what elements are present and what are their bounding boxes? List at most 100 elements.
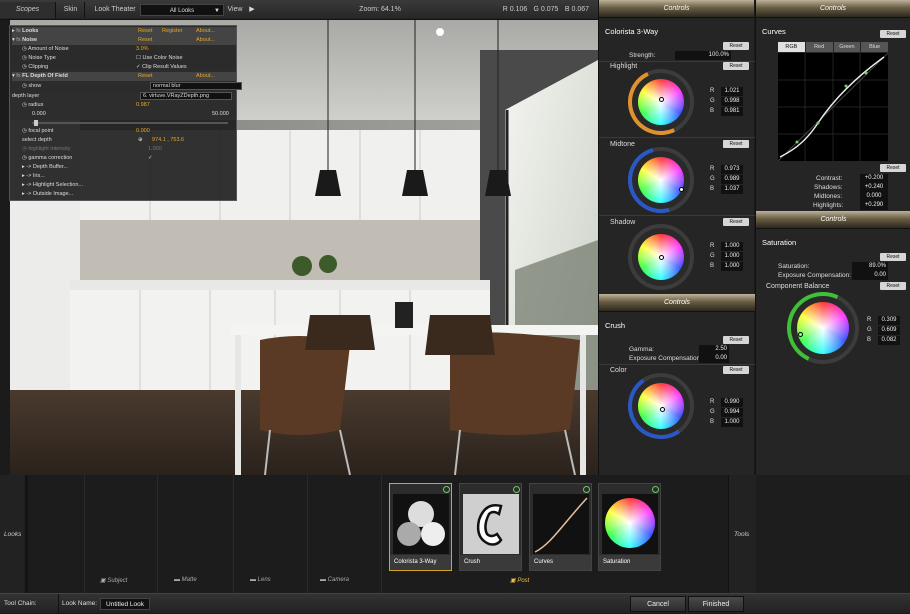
- saturation-value[interactable]: 89.0%: [852, 262, 888, 271]
- midtone-r-value[interactable]: 0.973: [721, 165, 743, 174]
- shadow-wheel[interactable]: [628, 224, 694, 290]
- highlight-wheel[interactable]: [618, 59, 704, 145]
- crush-reset-button[interactable]: Reset: [723, 336, 749, 344]
- looks-reset-link[interactable]: Reset: [138, 27, 152, 36]
- shadow-reset-button[interactable]: Reset: [723, 218, 749, 226]
- radius-value[interactable]: 0.987: [136, 101, 150, 110]
- focal-point-row[interactable]: ◷ focal point 0.000: [22, 127, 236, 136]
- gamma-value[interactable]: 2.50: [699, 345, 729, 354]
- looks-about-link[interactable]: About...: [196, 27, 215, 36]
- crush-color-reset-button[interactable]: Reset: [723, 366, 749, 374]
- balance-reset-button[interactable]: Reset: [880, 282, 906, 290]
- highlight-b-value[interactable]: 0.981: [721, 107, 743, 116]
- crush-color-wheel-handle[interactable]: [660, 407, 665, 412]
- section-camera[interactable]: ▬ Camera: [320, 577, 349, 583]
- section-lens[interactable]: ▬ Lens: [250, 577, 271, 583]
- highlight-r-value[interactable]: 1.021: [721, 87, 743, 96]
- gamma-correction-row[interactable]: ◷ gamma correction ✓: [22, 154, 236, 163]
- tool-card-curves[interactable]: Curves: [529, 483, 592, 571]
- noise-type-row[interactable]: ◷ Noise Type ☐ Use Color Noise: [22, 54, 236, 63]
- power-icon[interactable]: [652, 486, 659, 493]
- expand-arrow-icon[interactable]: ▾: [12, 73, 15, 79]
- sat-exposure-value[interactable]: 0.00: [852, 271, 888, 280]
- play-icon[interactable]: ▶: [246, 2, 258, 18]
- expand-arrow-icon[interactable]: ▾: [12, 37, 15, 43]
- midtone-reset-button[interactable]: Reset: [723, 140, 749, 148]
- shadows-value[interactable]: +0.240: [860, 183, 888, 192]
- amount-of-noise-value[interactable]: 3.0%: [136, 45, 149, 54]
- highlights-value[interactable]: +0.290: [860, 201, 888, 210]
- expand-arrow-icon[interactable]: ▸: [12, 28, 15, 34]
- crush-color-wheel[interactable]: [622, 367, 700, 445]
- midtone-wheel[interactable]: [615, 134, 707, 226]
- noise-about-link[interactable]: About...: [196, 36, 215, 45]
- clip-result-values-checkbox[interactable]: ✓ Clip Result Values: [136, 63, 187, 72]
- radius-row[interactable]: ◷ radius 0.987: [22, 101, 236, 110]
- crush-g-value[interactable]: 0.994: [721, 408, 743, 417]
- midtone-b-value[interactable]: 1.037: [721, 185, 743, 194]
- shadow-g-value[interactable]: 1.000: [721, 252, 743, 261]
- looks-register-link[interactable]: Register: [162, 27, 182, 36]
- looks-side-tab[interactable]: Looks: [0, 475, 26, 593]
- clipping-row[interactable]: ◷ Clipping ✓ Clip Result Values: [22, 63, 236, 72]
- highlight-reset-button[interactable]: Reset: [723, 62, 749, 70]
- component-balance-wheel[interactable]: [776, 281, 870, 375]
- tab-rgb[interactable]: RGB: [778, 42, 805, 52]
- dof-reset-link[interactable]: Reset: [138, 72, 152, 81]
- midtones-value[interactable]: 0.000: [860, 192, 888, 201]
- select-depth-row[interactable]: select depth ⊕ 974.1 , 753.6: [22, 136, 236, 145]
- depth-buffer-group[interactable]: ▸ -> Depth Buffer...: [22, 163, 68, 172]
- iris-group[interactable]: ▸ -> Iris...: [22, 172, 45, 181]
- midtone-wheel-handle[interactable]: [679, 187, 684, 192]
- depth-of-field-effect-row[interactable]: ▾ fx FL Depth Of Field Reset About...: [12, 72, 236, 81]
- colorista-reset-button[interactable]: Reset: [723, 42, 749, 50]
- shadow-r-value[interactable]: 1.000: [721, 242, 743, 251]
- curve-params-reset-button[interactable]: Reset: [880, 164, 906, 172]
- saturation-reset-button[interactable]: Reset: [880, 253, 906, 261]
- radius-slider[interactable]: [32, 120, 228, 126]
- power-icon[interactable]: [583, 486, 590, 493]
- looks-effect-row[interactable]: ▸ fx Looks Reset Register About...: [12, 27, 236, 36]
- shadow-b-value[interactable]: 1.000: [721, 262, 743, 271]
- tab-blue[interactable]: Blue: [861, 42, 888, 52]
- tab-red[interactable]: Red: [805, 42, 833, 52]
- select-depth-value[interactable]: 974.1 , 753.6: [152, 136, 184, 145]
- curves-reset-button[interactable]: Reset: [880, 30, 906, 38]
- amount-of-noise-row[interactable]: ◷ Amount of Noise 3.0%: [22, 45, 236, 54]
- tool-card-crush[interactable]: Crush: [459, 483, 522, 571]
- look-name-field[interactable]: Untitled Look: [100, 598, 150, 610]
- depth-layer-select[interactable]: 6. virtuve.VRayZDepth.png: [140, 92, 232, 100]
- noise-effect-row[interactable]: ▾ fx Noise Reset About...: [12, 36, 236, 45]
- balance-wheel-handle[interactable]: [798, 332, 803, 337]
- radius-slider-handle[interactable]: [34, 120, 38, 126]
- power-icon[interactable]: [513, 486, 520, 493]
- crush-b-value[interactable]: 1.000: [721, 418, 743, 427]
- scopes-button[interactable]: Scopes: [0, 2, 56, 18]
- midtone-g-value[interactable]: 0.989: [721, 175, 743, 184]
- finished-button[interactable]: Finished: [688, 596, 744, 612]
- outside-image-group[interactable]: ▸ -> Outside Image...: [22, 190, 73, 199]
- gamma-correction-checkbox[interactable]: ✓: [148, 154, 153, 163]
- balance-r-value[interactable]: 0.309: [878, 316, 900, 325]
- tab-green[interactable]: Green: [833, 42, 861, 52]
- section-matte[interactable]: ▬ Matte: [174, 577, 197, 583]
- looks-select[interactable]: All Looks ▼: [140, 4, 224, 16]
- power-icon[interactable]: [443, 486, 450, 493]
- skin-button[interactable]: Skin: [57, 2, 85, 18]
- strength-value[interactable]: 100.0%: [675, 51, 731, 60]
- balance-b-value[interactable]: 0.082: [878, 336, 900, 345]
- curve-graph[interactable]: [778, 53, 888, 161]
- balance-g-value[interactable]: 0.609: [878, 326, 900, 335]
- highlight-wheel-handle[interactable]: [659, 97, 664, 102]
- cancel-button[interactable]: Cancel: [630, 596, 686, 612]
- tool-card-saturation[interactable]: Saturation: [598, 483, 661, 571]
- section-subject[interactable]: ▣ Subject: [100, 577, 127, 584]
- highlight-g-value[interactable]: 0.998: [721, 97, 743, 106]
- noise-reset-link[interactable]: Reset: [138, 36, 152, 45]
- crosshair-icon[interactable]: ⊕: [138, 136, 143, 145]
- crush-exposure-value[interactable]: 0.00: [699, 354, 729, 363]
- tool-card-colorista[interactable]: Colorista 3-Way: [389, 483, 452, 571]
- crush-r-value[interactable]: 0.990: [721, 398, 743, 407]
- tools-side-tab[interactable]: Tools: [728, 475, 756, 593]
- contrast-value[interactable]: +0.200: [860, 174, 888, 183]
